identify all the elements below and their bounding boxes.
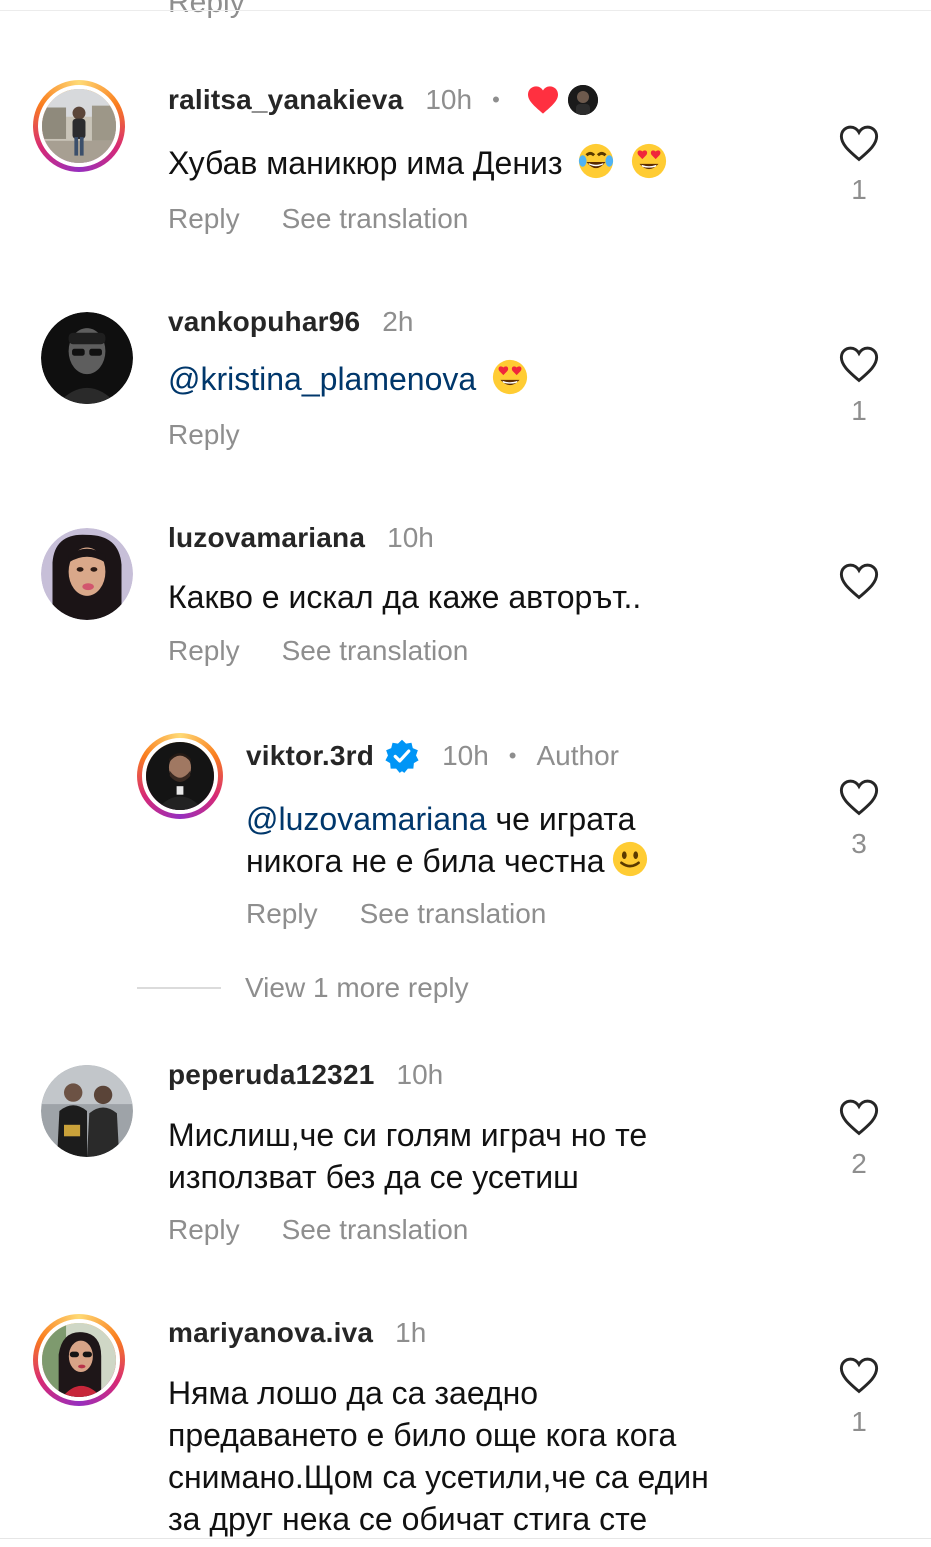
heart-outline-icon[interactable] xyxy=(838,124,880,162)
avatar[interactable] xyxy=(41,528,133,620)
username[interactable]: peperuda12321 xyxy=(168,1059,375,1091)
like-count: 3 xyxy=(851,828,867,859)
username[interactable]: viktor.3rd xyxy=(246,740,374,772)
avatar[interactable] xyxy=(41,312,133,404)
reply-button[interactable]: Reply xyxy=(168,635,240,667)
reply-button[interactable]: Reply xyxy=(246,898,318,930)
avatar[interactable] xyxy=(33,80,125,172)
smiling-face-with-heart-eyes-icon xyxy=(632,143,667,179)
author-label: Author xyxy=(536,740,619,771)
slightly-smiling-face-icon xyxy=(612,841,647,877)
see-translation-button[interactable]: See translation xyxy=(282,1214,469,1246)
comment-text: @kristina_plamenova xyxy=(168,358,529,400)
avatar-photo xyxy=(41,528,133,620)
heart-outline-icon[interactable] xyxy=(838,1098,880,1136)
red-heart-icon xyxy=(526,85,560,115)
username[interactable]: ralitsa_yanakieva xyxy=(168,84,403,116)
reply-button[interactable]: Reply xyxy=(168,419,240,451)
avatar[interactable] xyxy=(41,1065,133,1157)
like-count: 1 xyxy=(851,395,867,426)
avatar-photo xyxy=(41,1065,133,1157)
comment-text: @luzovamariana че играта никога не е бил… xyxy=(246,798,649,882)
smiling-face-with-heart-eyes-icon xyxy=(492,359,528,395)
reply-button[interactable]: Reply xyxy=(168,1214,240,1246)
like-count: 1 xyxy=(851,1406,867,1437)
bottom-divider xyxy=(0,1538,931,1539)
reply-button[interactable]: Reply xyxy=(168,203,240,235)
verified-badge-icon xyxy=(384,738,420,774)
author-liker-avatar xyxy=(567,85,598,115)
avatar-photo xyxy=(42,1323,116,1397)
heart-outline-icon[interactable] xyxy=(838,1356,880,1394)
separator-dot: • xyxy=(508,743,517,768)
view-more-replies[interactable]: View 1 more reply xyxy=(137,972,469,1004)
avatar[interactable] xyxy=(137,733,223,819)
heart-outline-icon[interactable] xyxy=(838,562,880,600)
mention-link[interactable]: @luzovamariana xyxy=(246,801,487,837)
comment-text: Какво е искал да каже авторът.. xyxy=(168,579,642,615)
avatar-photo xyxy=(42,89,116,163)
heart-outline-icon[interactable] xyxy=(838,778,880,816)
timestamp: 10h xyxy=(425,84,473,115)
comment-text: Няма лошо да са заедно предаването е бил… xyxy=(168,1375,709,1537)
separator-dot: • xyxy=(492,87,500,112)
heart-outline-icon[interactable] xyxy=(838,345,880,383)
timestamp: 10h xyxy=(442,740,489,771)
timestamp: 1h xyxy=(395,1317,427,1348)
top-divider xyxy=(0,10,931,11)
see-translation-button[interactable]: See translation xyxy=(282,203,469,235)
avatar-photo xyxy=(41,312,133,404)
username[interactable]: luzovamariana xyxy=(168,522,365,554)
thread-line xyxy=(137,987,221,989)
timestamp: 10h xyxy=(387,522,434,553)
username[interactable]: vankopuhar96 xyxy=(168,306,360,338)
timestamp: 2h xyxy=(382,306,414,337)
face-with-tears-of-joy-icon xyxy=(579,143,614,179)
avatar[interactable] xyxy=(33,1314,125,1406)
see-translation-button[interactable]: See translation xyxy=(360,898,547,930)
mention-link[interactable]: @kristina_plamenova xyxy=(168,361,476,397)
comment-text: Хубав маникюр има Дениз xyxy=(168,142,668,184)
like-count: 1 xyxy=(851,174,867,205)
username[interactable]: mariyanova.iva xyxy=(168,1317,373,1349)
avatar-photo xyxy=(146,742,214,810)
like-count: 2 xyxy=(851,1148,867,1179)
comment-text: Мислиш,че си голям играч но те използват… xyxy=(168,1117,648,1195)
see-translation-button[interactable]: See translation xyxy=(282,635,469,667)
view-more-replies-label[interactable]: View 1 more reply xyxy=(245,972,469,1004)
timestamp: 10h xyxy=(396,1059,444,1090)
